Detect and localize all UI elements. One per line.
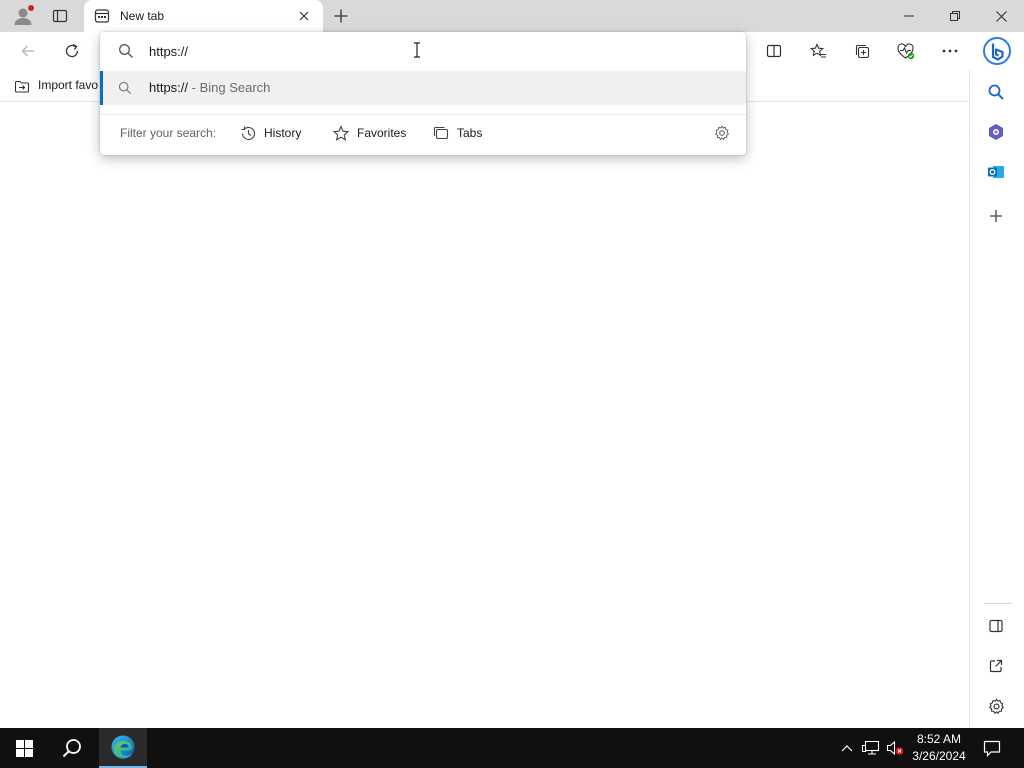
suggestion-item-bing-search[interactable]: https:// - Bing Search (100, 71, 746, 105)
plus-icon (334, 9, 348, 23)
volume-muted-icon (886, 740, 904, 756)
show-hidden-icons-button[interactable] (838, 728, 856, 768)
tab-close-button[interactable] (296, 8, 312, 24)
collections-button[interactable] (850, 40, 874, 62)
filter-tabs-button[interactable]: Tabs (433, 124, 482, 142)
network-icon (862, 740, 880, 755)
notification-icon (983, 740, 1001, 757)
browser-essentials-button[interactable] (894, 40, 918, 62)
start-button[interactable] (0, 728, 48, 768)
tab-title: New tab (120, 9, 165, 23)
address-input[interactable]: https:// (149, 44, 188, 59)
import-favorites-label: Import favo (38, 78, 99, 92)
new-tab-button[interactable] (330, 0, 352, 32)
star-icon (332, 124, 350, 141)
copilot-button[interactable] (982, 36, 1012, 66)
sidebar-search-button[interactable] (984, 80, 1008, 104)
refresh-button[interactable] (60, 40, 84, 62)
edge-sidebar (969, 70, 1024, 728)
gear-icon (714, 125, 730, 141)
address-bar-dropdown: https:// https:// - Bing Search Filter y… (100, 32, 746, 155)
open-external-button[interactable] (984, 654, 1008, 678)
import-icon (14, 80, 30, 93)
split-screen-button[interactable] (762, 40, 786, 62)
filter-label: Filter your search: (120, 126, 217, 140)
favorites-button[interactable] (806, 40, 830, 62)
notifications-button[interactable] (978, 728, 1006, 768)
search-settings-button[interactable] (713, 124, 731, 142)
back-button[interactable] (16, 40, 40, 62)
suggestion-text: https:// - Bing Search (149, 80, 270, 95)
network-button[interactable] (860, 728, 882, 768)
search-icon (62, 739, 81, 758)
close-window-button[interactable] (978, 0, 1024, 32)
text-cursor-icon (414, 42, 420, 58)
search-icon (988, 84, 1004, 100)
tabs-icon (433, 126, 449, 139)
hide-sidebar-button[interactable] (984, 614, 1008, 638)
tab-new-tab[interactable]: New tab (84, 0, 323, 32)
filter-history-label: History (264, 126, 302, 140)
settings-and-more-button[interactable] (938, 40, 962, 62)
taskbar-edge-button[interactable] (99, 728, 147, 768)
tools-icon (989, 124, 1003, 140)
chevron-up-icon (841, 745, 853, 752)
taskbar-search-button[interactable] (48, 728, 96, 768)
split-screen-icon (766, 44, 782, 58)
restore-button[interactable] (932, 0, 978, 32)
filter-tabs-label: Tabs (457, 126, 483, 140)
sidebar-settings-button[interactable] (984, 694, 1008, 718)
sidebar-add-button[interactable] (984, 204, 1008, 228)
selection-indicator (100, 71, 103, 105)
profile-button[interactable] (8, 0, 38, 32)
clock-date: 3/26/2024 (912, 749, 966, 763)
search-icon (118, 81, 132, 95)
minimize-icon (904, 15, 914, 17)
bing-copilot-icon (983, 37, 1011, 65)
external-link-icon (989, 659, 1003, 673)
windows-logo-icon (15, 739, 33, 757)
sidebar-tools-button[interactable] (984, 120, 1008, 144)
sidebar-outlook-button[interactable] (984, 160, 1008, 184)
outlook-icon (988, 166, 1004, 178)
history-icon (241, 126, 256, 140)
import-favorites-button[interactable]: Import favo (10, 74, 106, 98)
profile-icon (14, 5, 34, 25)
heart-pulse-icon (897, 42, 915, 59)
taskbar: 8:52 AM 3/26/2024 (0, 728, 1024, 768)
vertical-tabs-icon (52, 9, 68, 23)
divider (100, 114, 746, 115)
back-arrow-icon (21, 45, 34, 57)
clock-time: 8:52 AM (916, 732, 962, 746)
close-icon (995, 10, 1007, 22)
search-icon (119, 44, 133, 58)
star-list-icon (809, 42, 826, 58)
sidebar-divider (984, 603, 1012, 604)
sidebar-panel-icon (989, 619, 1003, 633)
tab-actions-button[interactable] (46, 0, 74, 32)
gear-icon (988, 697, 1004, 714)
filter-favorites-label: Favorites (357, 126, 407, 140)
edge-browser-icon (111, 735, 135, 759)
plus-icon (990, 210, 1002, 222)
suggestion-suffix: - Bing Search (188, 80, 271, 95)
more-icon (942, 49, 958, 53)
restore-icon (950, 11, 960, 21)
filter-history-button[interactable]: History (240, 124, 301, 142)
suggestion-query: https:// (149, 80, 189, 95)
close-icon (299, 11, 309, 21)
volume-button[interactable] (884, 728, 906, 768)
title-bar: New tab (0, 0, 1024, 32)
new-tab-page-icon (94, 9, 110, 23)
filter-favorites-button[interactable]: Favorites (332, 124, 406, 142)
refresh-icon (65, 43, 79, 58)
collections-icon (855, 44, 869, 58)
taskbar-clock[interactable]: 8:52 AM 3/26/2024 (908, 731, 970, 765)
minimize-button[interactable] (886, 0, 932, 32)
